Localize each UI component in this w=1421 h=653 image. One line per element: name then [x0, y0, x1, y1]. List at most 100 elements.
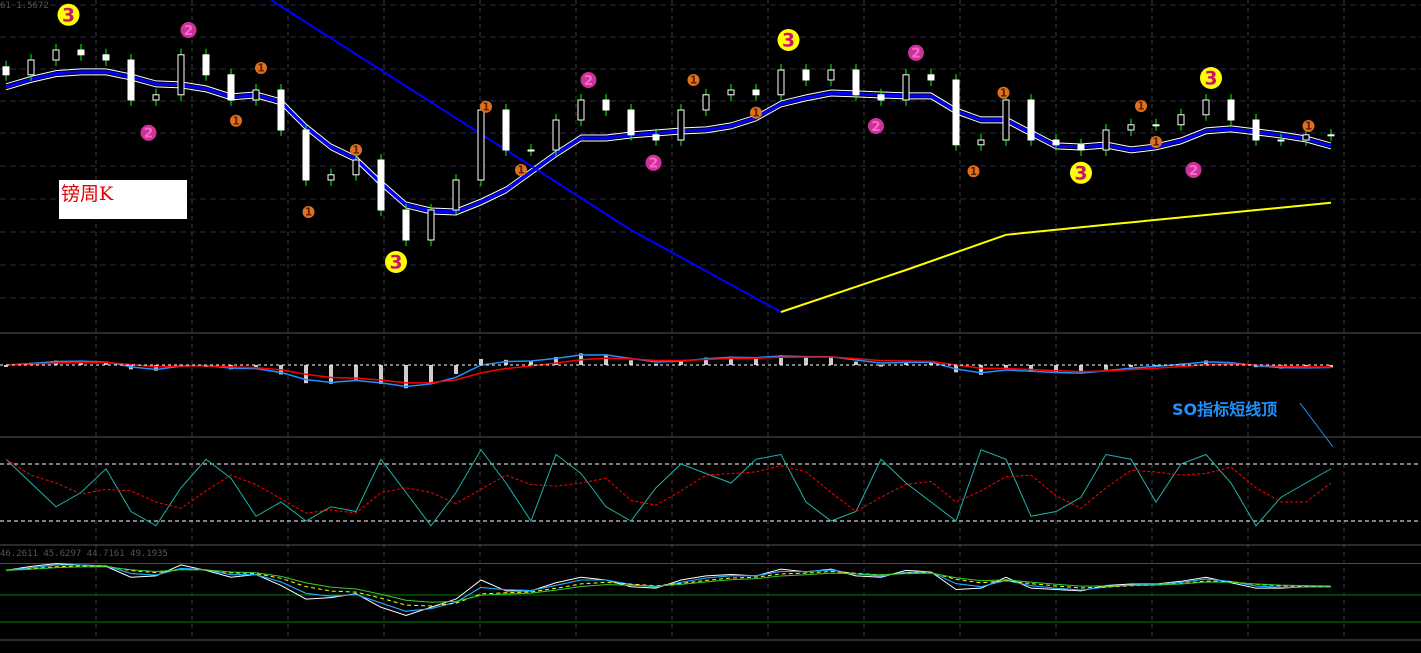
candle-body — [1102, 129, 1110, 151]
candle-body — [377, 159, 385, 211]
candle-body — [352, 159, 360, 176]
candle-body — [602, 99, 610, 111]
chart-canvas[interactable]: 3 3 3 3 3 2 2 2 2 2 2 2 1 1 1 1 1 1 1 1 1 1 1 1 1 — [0, 0, 1421, 653]
stoch-signal-line — [5, 458, 1332, 514]
macd-histogram-bar — [829, 356, 833, 365]
macd-histogram-bar — [479, 358, 483, 365]
macd-histogram-bar — [604, 354, 608, 365]
signal-marker-label: 2 — [184, 23, 193, 39]
macd-histogram-bar — [379, 365, 383, 385]
lower-pane-readout: 46.2611 45.6297 44.7161 49.1935 — [0, 549, 168, 559]
candle-body — [652, 134, 660, 141]
signal-marker-label: 1 — [970, 167, 977, 178]
candle-body — [852, 69, 860, 96]
stoch-main-line — [5, 448, 1332, 527]
signal-marker-label: 2 — [144, 126, 153, 142]
candle-body — [1277, 139, 1285, 142]
signal-marker-label: 1 — [482, 102, 489, 113]
candle-body — [1127, 124, 1135, 131]
signal-marker-label: 3 — [1204, 69, 1217, 90]
signal-marker-label: 2 — [871, 119, 880, 135]
macd-histogram-bar — [1104, 365, 1108, 370]
signal-marker-label: 1 — [305, 208, 312, 219]
candle-body — [627, 109, 635, 136]
candle-body — [452, 179, 460, 211]
signal-marker-label: 1 — [752, 108, 759, 119]
candle-body — [477, 109, 485, 181]
candle-body — [102, 54, 110, 61]
candle-body — [1052, 139, 1060, 146]
signal-marker-label: 1 — [690, 76, 697, 87]
candle-body — [802, 69, 810, 81]
signal-marker-label: 1 — [232, 116, 239, 127]
signal-marker-label: 1 — [1152, 138, 1159, 149]
candle-body — [702, 94, 710, 111]
candle-body — [502, 109, 510, 151]
candle-body — [552, 119, 560, 151]
macd-histogram-bar — [854, 361, 858, 365]
candle-body — [1227, 99, 1235, 121]
candle-body — [202, 54, 210, 76]
candle-body — [527, 149, 535, 152]
candle-body — [902, 74, 910, 101]
candle-body — [927, 74, 935, 81]
candle-body — [1177, 114, 1185, 126]
macd-histogram-bar — [804, 356, 808, 365]
macd-signal-line — [5, 356, 1332, 384]
candle-body — [827, 69, 835, 81]
candle-body — [52, 49, 60, 61]
candle-body — [1027, 99, 1035, 141]
candle-body — [777, 69, 785, 96]
candle-body — [877, 94, 885, 101]
candle-body — [677, 109, 685, 141]
candle-body — [1152, 124, 1160, 127]
candle-body — [427, 209, 435, 241]
signal-marker-label: 1 — [1000, 88, 1007, 99]
candle-body — [277, 89, 285, 131]
candle-body — [252, 89, 260, 101]
candle-body — [177, 54, 185, 96]
macd-histogram-bar — [404, 365, 408, 389]
candle-body — [327, 174, 335, 181]
chart-label-box: 镑周K — [59, 180, 187, 219]
signal-marker-label: 3 — [62, 5, 75, 26]
signal-marker-label: 1 — [1137, 102, 1144, 113]
signal-marker-label: 3 — [1074, 163, 1087, 184]
candle-body — [1327, 134, 1335, 137]
macd-histogram-bar — [629, 360, 633, 365]
ma-band-line — [5, 70, 1332, 214]
candle-body — [77, 49, 85, 56]
signal-marker-label: 2 — [584, 73, 593, 89]
signal-marker-label: 2 — [1189, 163, 1198, 179]
macd-histogram-bar — [454, 365, 458, 374]
signal-marker-label: 1 — [257, 64, 264, 75]
candle-body — [1252, 119, 1260, 141]
candle-body — [727, 89, 735, 96]
lower-osc-line — [5, 565, 1332, 607]
candle-body — [577, 99, 585, 121]
candle-body — [152, 94, 160, 101]
lower-osc-line — [5, 563, 1331, 616]
macd-histogram-bar — [429, 365, 433, 383]
so-note-arrow — [1299, 402, 1334, 448]
candle-body — [402, 209, 410, 241]
signal-marker-label: 1 — [1305, 122, 1312, 133]
candle-body — [127, 59, 135, 101]
candle-body — [1302, 134, 1310, 141]
candle-body — [1077, 144, 1085, 151]
candle-body — [1202, 99, 1210, 116]
signal-marker-label: 3 — [389, 253, 402, 274]
ma-band-edge — [5, 74, 1332, 216]
candle-body — [2, 66, 10, 76]
price-readout: 61 1.5672 — [0, 1, 49, 11]
signal-marker-label: 1 — [352, 146, 359, 157]
candle-body — [302, 129, 310, 181]
candle-body — [27, 59, 35, 76]
so-indicator-note: SO指标短线顶 — [1172, 400, 1278, 419]
signal-marker-label: 1 — [517, 166, 524, 177]
candle-body — [977, 139, 985, 146]
candle-body — [752, 89, 760, 96]
signal-marker-label: 2 — [911, 46, 920, 62]
lower-osc-line — [5, 564, 1332, 612]
candle-body — [227, 74, 235, 101]
